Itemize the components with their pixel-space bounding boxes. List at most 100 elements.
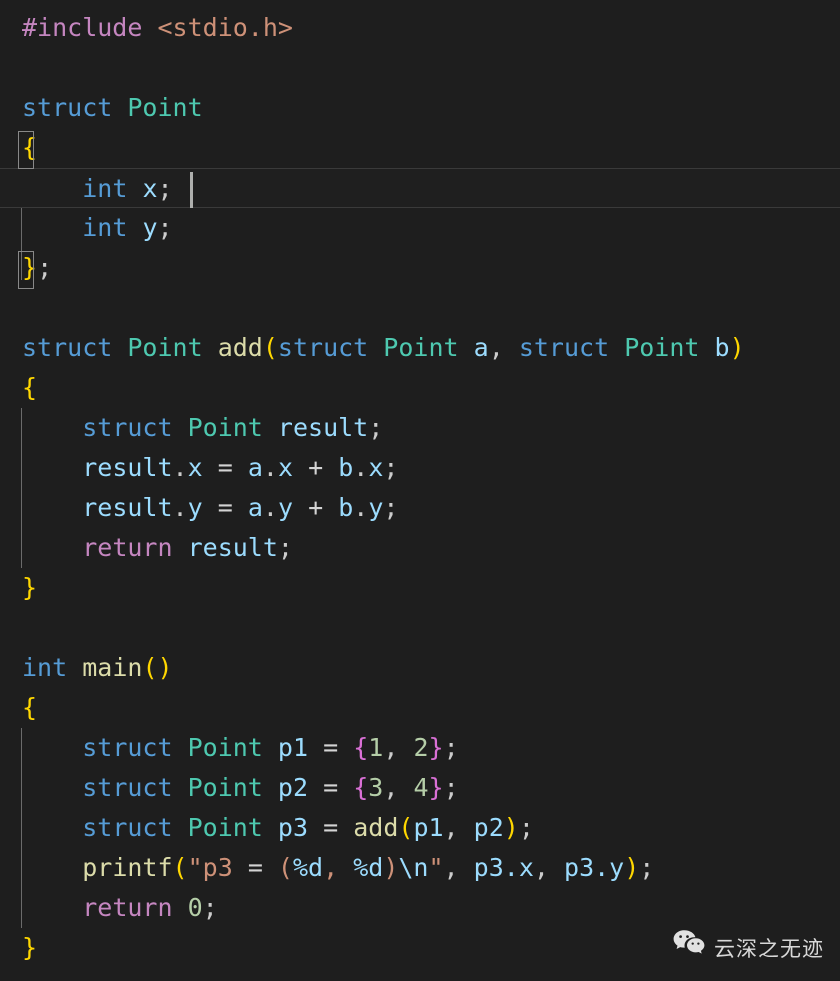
token-var-result: result: [277, 413, 369, 442]
token-number-2: 2: [413, 733, 429, 762]
code-line-20[interactable]: struct Point p2 = {3, 4};: [0, 768, 840, 808]
code-line-10[interactable]: {: [0, 368, 840, 408]
token-dot: .: [353, 453, 369, 482]
code-line-16[interactable]: [0, 608, 840, 648]
token-type-point: Point: [187, 733, 263, 762]
token-comma: ,: [383, 733, 399, 762]
code-line-5-active[interactable]: int x;: [0, 168, 840, 208]
token-keyword-struct: struct: [82, 413, 173, 442]
token-var-a: a: [247, 453, 263, 482]
token-semicolon: ;: [37, 253, 53, 282]
token-paren-open: (: [262, 333, 278, 362]
token-var-result: result: [82, 493, 173, 522]
token-string-p3: p3: [202, 853, 248, 882]
token-function-printf: printf: [82, 853, 173, 882]
token-type-point: Point: [187, 813, 263, 842]
token-format-specifier-1: %d: [292, 853, 324, 882]
watermark-text: 云深之无迹: [714, 936, 824, 961]
token-arg-p3x: p3.x: [473, 853, 534, 882]
token-string-close-paren: ): [383, 853, 399, 882]
token-keyword-int: int: [82, 174, 128, 203]
token-string-quote-close: ": [428, 853, 444, 882]
token-type-point: Point: [383, 333, 459, 362]
code-line-7[interactable]: };: [0, 248, 840, 288]
code-line-15[interactable]: }: [0, 568, 840, 608]
token-var-p3: p3: [277, 813, 309, 842]
token-semicolon: ;: [443, 773, 459, 802]
token-type-point: Point: [187, 413, 263, 442]
token-paren-open: (: [172, 853, 188, 882]
token-semicolon: ;: [383, 453, 399, 482]
token-type-point: Point: [127, 333, 203, 362]
token-type-point: Point: [187, 773, 263, 802]
code-line-21[interactable]: struct Point p3 = add(p1, p2);: [0, 808, 840, 848]
token-operator-plus: +: [308, 493, 324, 522]
token-dot: .: [172, 493, 188, 522]
token-brace-close: }: [428, 733, 444, 762]
code-line-4[interactable]: {: [0, 128, 840, 168]
token-field-y: y: [277, 493, 294, 522]
token-include-path: <stdio.h>: [157, 13, 293, 42]
code-line-18[interactable]: {: [0, 688, 840, 728]
token-operator-plus: +: [308, 453, 324, 482]
token-type-point: Point: [624, 333, 700, 362]
token-semicolon: ;: [383, 493, 399, 522]
code-line-13[interactable]: result.y = a.y + b.y;: [0, 488, 840, 528]
token-comma: ,: [443, 853, 459, 882]
token-parens: (): [142, 653, 173, 682]
code-line-8[interactable]: [0, 288, 840, 328]
code-line-9[interactable]: struct Point add(struct Point a, struct …: [0, 328, 840, 368]
token-number-4: 4: [413, 773, 429, 802]
token-keyword-return: return: [82, 893, 173, 922]
token-function-add: add: [217, 333, 263, 362]
code-line-2[interactable]: [0, 48, 840, 88]
token-operator-assign: =: [217, 453, 233, 482]
code-line-22[interactable]: printf("p3 = (%d, %d)\n", p3.x, p3.y);: [0, 848, 840, 888]
code-editor[interactable]: #include <stdio.h> struct Point { int x;…: [0, 0, 840, 981]
token-operator-assign: =: [323, 813, 339, 842]
token-field-x: x: [277, 453, 294, 482]
token-number-1: 1: [368, 733, 384, 762]
token-var-x: x: [142, 174, 158, 203]
token-comma: ,: [533, 853, 549, 882]
token-var-p2: p2: [277, 773, 309, 802]
token-brace-close: }: [22, 253, 38, 282]
code-line-1[interactable]: #include <stdio.h>: [0, 8, 840, 48]
code-line-11[interactable]: struct Point result;: [0, 408, 840, 448]
token-var-result: result: [187, 533, 278, 562]
token-field-x: x: [368, 453, 384, 482]
code-line-23[interactable]: return 0;: [0, 888, 840, 928]
token-var-p1: p1: [277, 733, 309, 762]
token-comma: ,: [488, 333, 504, 362]
token-semicolon: ;: [157, 213, 173, 242]
token-field-x: x: [187, 453, 203, 482]
code-line-3[interactable]: struct Point: [0, 88, 840, 128]
token-param-a: a: [473, 333, 489, 362]
token-field-y: y: [187, 493, 203, 522]
token-semicolon: ;: [368, 413, 384, 442]
text-caret: [190, 172, 193, 208]
token-string-comma: ,: [323, 853, 354, 882]
token-escape-newline: \n: [398, 853, 429, 882]
token-semicolon: ;: [157, 174, 173, 203]
token-type-point: Point: [127, 93, 203, 122]
token-number-0: 0: [187, 893, 203, 922]
code-line-17[interactable]: int main(): [0, 648, 840, 688]
code-lines[interactable]: #include <stdio.h> struct Point { int x;…: [0, 8, 840, 968]
code-line-6[interactable]: int y;: [0, 208, 840, 248]
token-function-add: add: [353, 813, 399, 842]
token-operator-assign: =: [217, 493, 233, 522]
token-var-result: result: [82, 453, 173, 482]
code-line-14[interactable]: return result;: [0, 528, 840, 568]
token-comma: ,: [383, 773, 399, 802]
token-dot: .: [353, 493, 369, 522]
token-brace-close: }: [22, 573, 38, 602]
code-line-12[interactable]: result.x = a.x + b.x;: [0, 448, 840, 488]
token-semicolon: ;: [443, 733, 459, 762]
code-line-19[interactable]: struct Point p1 = {1, 2};: [0, 728, 840, 768]
token-dot: .: [172, 453, 188, 482]
